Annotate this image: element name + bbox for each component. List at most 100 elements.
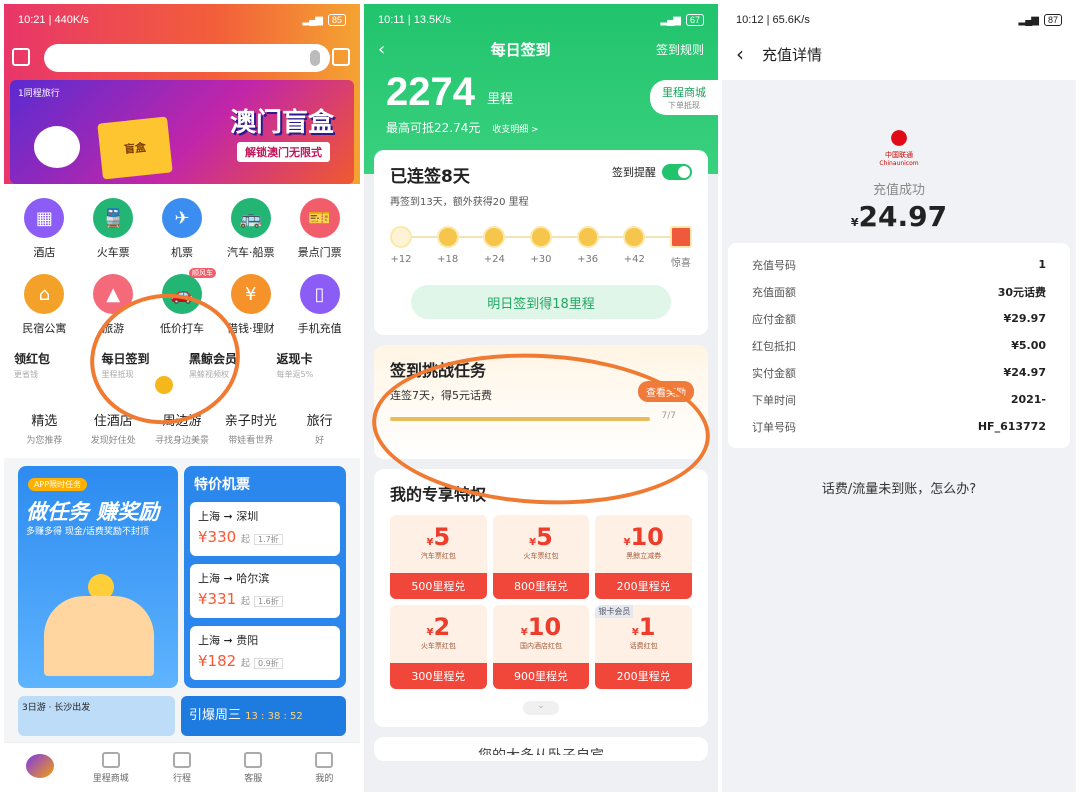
checkin-days: +12 +18 +24 +30 +36 +42 惊喜 bbox=[390, 226, 692, 269]
detail-key: 充值号码 bbox=[752, 258, 796, 272]
category-tab[interactable]: 亲子时光 带娃看世界 bbox=[216, 410, 285, 446]
category-tab[interactable]: 住酒店 发现好住处 bbox=[79, 410, 148, 446]
grid-item[interactable]: 🚌 汽车·船票 bbox=[216, 198, 285, 260]
redeem-button[interactable]: 900里程兑 bbox=[492, 663, 590, 689]
tab-bar-item[interactable]: 客服 bbox=[218, 743, 289, 792]
tab-bar-item[interactable]: 行程 bbox=[146, 743, 217, 792]
category-tab-sub: 发现好住处 bbox=[90, 436, 136, 446]
promo-banner[interactable]: 1同程旅行 盲盒 澳门盲盒 解锁澳门无限式 bbox=[10, 80, 354, 184]
redeem-button[interactable]: 500里程兑 bbox=[390, 573, 487, 599]
grid-item[interactable]: ▦ 酒店 bbox=[10, 198, 79, 260]
box-label: 盲盒 bbox=[123, 140, 147, 157]
privilege-item[interactable]: ¥5 火车票红包 800里程兑 bbox=[492, 515, 590, 599]
back-icon[interactable]: ‹ bbox=[736, 42, 744, 66]
signal-icon: ▂▄▆ bbox=[660, 14, 681, 26]
miles-unit: 里程 bbox=[486, 92, 513, 107]
flight-item[interactable]: 上海 ➞ 深圳 ¥330 起 1.7折 bbox=[190, 502, 340, 556]
message-icon[interactable] bbox=[332, 48, 350, 66]
detail-link[interactable]: 收支明细 > bbox=[492, 125, 538, 135]
detail-key: 充值面额 bbox=[752, 285, 796, 299]
tab-bar-item[interactable]: 我的 bbox=[289, 743, 360, 792]
redeem-button[interactable]: 300里程兑 bbox=[390, 663, 487, 689]
tab-bar-label: 行程 bbox=[173, 773, 192, 784]
redeem-button[interactable]: 800里程兑 bbox=[492, 573, 590, 599]
detail-value: ¥29.97 bbox=[1003, 312, 1046, 325]
reminder-toggle[interactable]: 签到提醒 bbox=[612, 164, 692, 180]
signal-icon: ▂▄▆ bbox=[1018, 14, 1039, 26]
sign-button[interactable]: 明日签到得18里程 bbox=[411, 285, 671, 319]
privilege-amount-value: 5 bbox=[536, 523, 553, 551]
tour-card[interactable]: 3日游 · 长沙出发 bbox=[18, 696, 175, 736]
scan-icon[interactable] bbox=[12, 48, 30, 66]
privilege-item[interactable]: 银卡会员 ¥1 话费红包 200里程兑 bbox=[595, 605, 692, 689]
battery-icon: 85 bbox=[327, 14, 346, 26]
redeem-button[interactable]: 200里程兑 bbox=[595, 573, 692, 599]
task-promo-card[interactable]: APP限时任务 做任务 赚奖励 多赚多得 现金/话费奖励不封顶 bbox=[18, 466, 178, 688]
category-tab[interactable]: 旅行好 bbox=[285, 410, 354, 446]
grid-item[interactable]: ✈ 机票 bbox=[148, 198, 217, 260]
travel-app-home: 10:21 | 440K/s ▂▄▆ 85 1同程旅行 盲盒 澳门盲盒 解锁澳门… bbox=[4, 4, 360, 792]
privilege-item[interactable]: ¥2 火车票红包 300里程兑 bbox=[390, 605, 487, 689]
grid-item-label: 机票 bbox=[170, 246, 193, 259]
flight-route: 上海 ➞ 深圳 bbox=[198, 510, 259, 523]
flight-item[interactable]: 上海 ➞ 贵阳 ¥182 起 0.9折 bbox=[190, 626, 340, 680]
category-tab-title: 亲子时光 bbox=[224, 414, 277, 429]
grid-item[interactable]: 🚆 火车票 bbox=[79, 198, 148, 260]
checkin-day: +42 bbox=[623, 226, 646, 269]
grid-item[interactable]: 🚗 顺风车 低价打车 bbox=[148, 268, 217, 336]
quick-entry[interactable]: 黑鲸会员 黑鲸视频权 bbox=[185, 346, 267, 396]
rules-link[interactable]: 签到规则 bbox=[656, 41, 704, 58]
grid-item[interactable]: ▲ 旅游 bbox=[79, 274, 148, 336]
checkin-day-label: +30 bbox=[530, 254, 552, 265]
coin-icon bbox=[623, 226, 646, 248]
flight-route: 上海 ➞ 哈尔滨 bbox=[198, 572, 270, 585]
tab-bar-item[interactable] bbox=[4, 743, 75, 792]
checkin-day: +36 bbox=[576, 226, 599, 269]
daily-checkin-page: 10:11 | 13.5K/s ▂▄▆ 67 ‹ 每日签到 签到规则 2274 … bbox=[364, 4, 718, 792]
recharge-header: 10:12 | 65.6K/s ▂▄▆ 87 ‹ 充值详情 bbox=[722, 4, 1076, 80]
privilege-card: 我的专享特权 ¥5 汽车票红包 500里程兑 ¥5 火车票红包 800里程兑 ¥10 黑鲸立减… bbox=[374, 469, 708, 727]
detail-row: 红包抵扣 ¥5.00 bbox=[752, 332, 1046, 359]
status-time: 10:12 bbox=[736, 14, 764, 26]
toggle-switch[interactable] bbox=[662, 164, 692, 180]
tab-bar-item[interactable]: 里程商城 bbox=[75, 743, 146, 792]
wednesday-card[interactable]: 引爆周三 13 : 38 : 52 bbox=[181, 696, 346, 736]
privilege-grid: ¥5 汽车票红包 500里程兑 ¥5 火车票红包 800里程兑 ¥10 黑鲸立减券 200里程兑… bbox=[390, 515, 692, 689]
grid-item[interactable]: ¥ 借钱·理财 bbox=[216, 274, 285, 336]
quick-entry[interactable]: 领红包 更省钱 bbox=[10, 346, 92, 396]
detail-value: 1 bbox=[1038, 258, 1046, 271]
quick-entry[interactable]: 每日签到 里程抵现 bbox=[98, 346, 180, 396]
detail-key: 应付金额 bbox=[752, 312, 796, 326]
grid-item[interactable]: ⌂ 民宿公寓 bbox=[10, 274, 79, 336]
category-tab[interactable]: 精选 为您推荐 bbox=[10, 410, 79, 446]
grid-item[interactable]: 🎫 景点门票 bbox=[285, 198, 354, 260]
plane-icon: ✈ bbox=[161, 198, 202, 238]
expand-chevron-icon[interactable]: ⌄ bbox=[523, 701, 559, 715]
promo-subtitle: 多赚多得 现金/话费奖励不封顶 bbox=[26, 527, 149, 537]
train-icon: 🚆 bbox=[93, 198, 134, 238]
category-tab-title: 住酒店 bbox=[93, 414, 133, 429]
category-tab[interactable]: 周边游 寻找身边美景 bbox=[148, 410, 217, 446]
category-tabs: 精选 为您推荐 住酒店 发现好住处 周边游 寻找身边美景 亲子时光 带娃看世界 旅行好 bbox=[4, 402, 360, 458]
mascot-image bbox=[34, 126, 80, 168]
detail-row: 应付金额 ¥29.97 bbox=[752, 305, 1046, 332]
redeem-button[interactable]: 200里程兑 bbox=[595, 663, 692, 689]
category-tab-title: 周边游 bbox=[162, 414, 202, 429]
tab-bar-label: 客服 bbox=[244, 773, 263, 784]
view-reward-button[interactable]: 查看奖励 bbox=[638, 381, 694, 402]
privilege-amount: ¥10 bbox=[623, 523, 664, 551]
grid-item-label: 酒店 bbox=[33, 246, 56, 259]
privilege-item[interactable]: ¥10 国内酒店红包 900里程兑 bbox=[492, 605, 590, 689]
privilege-item[interactable]: ¥5 汽车票红包 500里程兑 bbox=[390, 515, 487, 599]
microphone-icon[interactable] bbox=[310, 50, 320, 66]
flight-deals-card[interactable]: 特价机票 上海 ➞ 深圳 ¥330 起 1.7折 上海 ➞ 哈尔滨 ¥331 起 1.6折… bbox=[184, 466, 346, 688]
quick-entry[interactable]: 返现卡 每单返5% bbox=[273, 346, 355, 396]
flight-item[interactable]: 上海 ➞ 哈尔滨 ¥331 起 1.6折 bbox=[190, 564, 340, 618]
search-input[interactable] bbox=[44, 44, 330, 72]
privilege-item[interactable]: ¥10 黑鲸立减券 200里程兑 bbox=[595, 515, 692, 599]
help-link[interactable]: 话费/流量未到账，怎么办? bbox=[722, 478, 1076, 497]
grid-item[interactable]: ▯ 手机充值 bbox=[285, 274, 354, 336]
china-unicom-logo bbox=[884, 126, 914, 150]
mall-button[interactable]: 里程商城 下单抵现 bbox=[650, 80, 718, 115]
back-icon[interactable]: ‹ bbox=[378, 39, 385, 60]
